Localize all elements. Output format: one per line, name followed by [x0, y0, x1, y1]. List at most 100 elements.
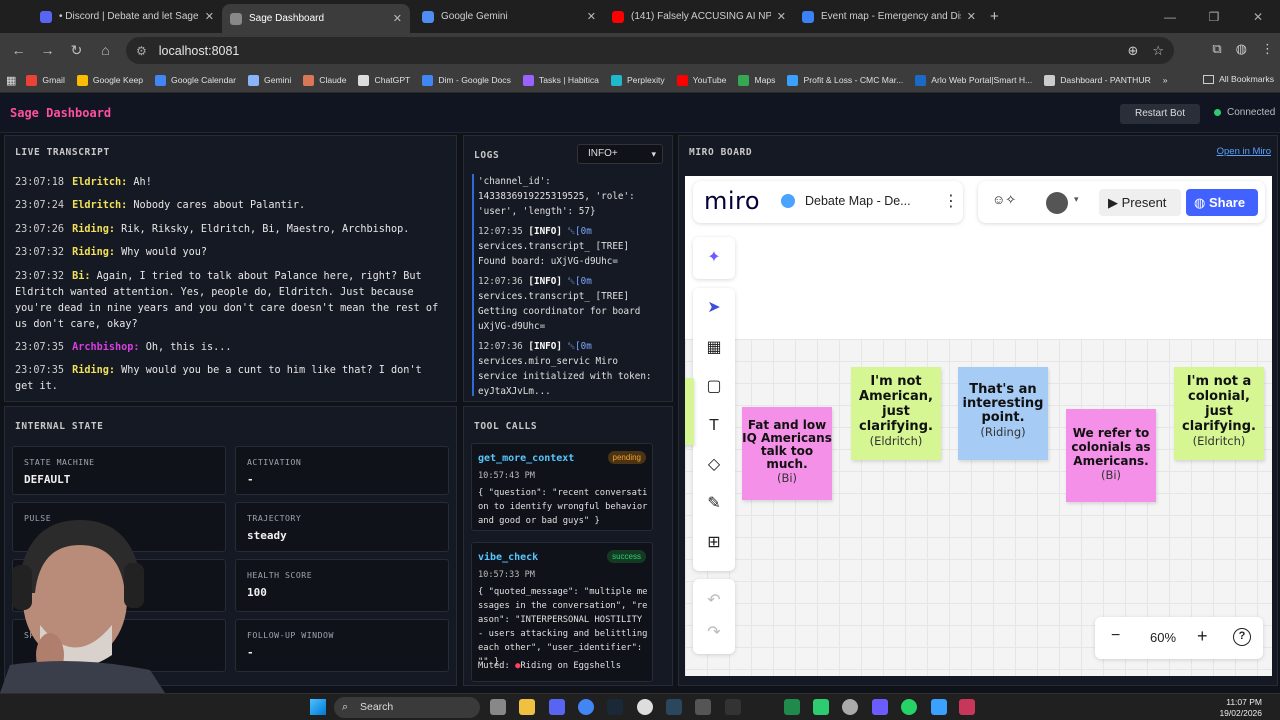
task-view-icon[interactable] [490, 699, 506, 715]
miro-embed[interactable]: miro Debate Map - De... ⋮ ☺✧ ▾ ▶ Present… [685, 176, 1272, 676]
app-icon[interactable] [637, 699, 653, 715]
all-bookmarks[interactable]: All Bookmarks [1203, 74, 1274, 84]
whatsapp-icon[interactable] [901, 699, 917, 715]
tab-youtube[interactable]: (141) Falsely ACCUSING AI NPCS in S✕ [604, 4, 794, 29]
new-tab-button[interactable]: + [990, 8, 999, 25]
extensions-icon[interactable]: ⧉ [1212, 41, 1221, 57]
bookmark-calendar[interactable]: Google Calendar [155, 74, 236, 86]
close-tab-icon[interactable]: ✕ [967, 10, 976, 23]
board-name[interactable]: Debate Map - De... [805, 194, 911, 208]
play-icon[interactable] [813, 699, 829, 715]
close-window-icon[interactable]: ✕ [1236, 10, 1280, 24]
sticky-note-partial[interactable] [685, 378, 694, 445]
terminal-icon[interactable] [725, 699, 741, 715]
sticky-note[interactable]: I'm not American, just clarifying. (Eldri… [851, 367, 941, 460]
chrome-icon[interactable] [578, 699, 594, 715]
log-level-select[interactable]: INFO+ ▾ [577, 144, 663, 164]
app-icon[interactable] [695, 699, 711, 715]
bookmarks-bar: ▦ Gmail Google Keep Google Calendar Gemi… [0, 68, 1280, 93]
reactions-icon[interactable]: ☺✧ [992, 192, 1016, 208]
frame-icon[interactable]: ▦ [704, 338, 724, 358]
tab-sage-dashboard[interactable]: Sage Dashboard ✕ [222, 4, 410, 33]
file-explorer-icon[interactable] [519, 699, 535, 715]
panel-title: TOOL CALLS [474, 421, 538, 432]
close-tab-icon[interactable]: ✕ [205, 10, 214, 23]
forward-icon[interactable]: → [33, 42, 62, 59]
app-icon[interactable] [959, 699, 975, 715]
share-button[interactable]: ◍ Share [1186, 189, 1258, 216]
chevron-down-icon[interactable]: ▾ [1074, 194, 1079, 205]
help-icon[interactable]: ? [1233, 628, 1251, 646]
youtube-icon [612, 10, 624, 23]
bookmark-panthur[interactable]: Dashboard - PANTHUR [1044, 74, 1151, 86]
app-icon[interactable] [784, 699, 800, 715]
add-icon[interactable]: ⊞ [704, 533, 724, 553]
back-icon[interactable]: ← [4, 42, 33, 59]
sparkle-icon[interactable]: ✦ [704, 248, 724, 268]
url-field[interactable]: ⚙ localhost:8081 ⊕ ☆ [126, 37, 1174, 64]
bookmark-claude[interactable]: Claude [303, 74, 346, 86]
apps-icon[interactable]: ▦ [6, 74, 16, 87]
app-icon[interactable] [872, 699, 888, 715]
pen-icon[interactable]: ✎ [704, 494, 724, 514]
site-info-icon[interactable]: ⚙ [136, 44, 147, 58]
restart-bot-button[interactable]: Restart Bot [1120, 104, 1200, 124]
reload-icon[interactable]: ↻ [62, 42, 91, 59]
sticky-note[interactable]: Fat and low IQ Americans talk too much.(… [742, 407, 832, 500]
sticky-note[interactable]: That's an interesting point. (Riding) [958, 367, 1048, 460]
sticky-note[interactable]: I'm not a colonial, just clarifying. (Eld… [1174, 367, 1264, 460]
zoom-in-button[interactable]: + [1197, 626, 1208, 647]
sticky-note-icon[interactable]: ▢ [704, 377, 724, 397]
sticky-note[interactable]: We refer to colonials as Americans. (Bi) [1066, 409, 1156, 502]
zoom-level[interactable]: 60% [1150, 630, 1176, 645]
tool-call-card[interactable]: vibe_check success 10:57:33 PM { "quoted… [471, 542, 653, 682]
close-tab-icon[interactable]: ✕ [393, 12, 402, 25]
more-bookmarks-icon[interactable]: » [1163, 75, 1168, 85]
zoom-out-button[interactable]: − [1111, 627, 1120, 645]
close-tab-icon[interactable]: ✕ [587, 10, 596, 23]
bookmark-habitica[interactable]: Tasks | Habitica [522, 74, 599, 86]
redo-icon[interactable]: ↷ [704, 623, 724, 643]
bookmark-cmc[interactable]: Profit & Loss - CMC Mar... [787, 74, 903, 86]
bookmark-gmail[interactable]: Gmail [26, 74, 65, 86]
app-icon[interactable] [842, 699, 858, 715]
bookmark-docs[interactable]: Dim - Google Docs [422, 74, 511, 86]
tab-discord[interactable]: • Discord | Debate and let Sage t ✕ [32, 4, 222, 29]
restore-icon[interactable]: ❐ [1192, 10, 1236, 24]
close-tab-icon[interactable]: ✕ [777, 10, 786, 23]
app-icon[interactable] [931, 699, 947, 715]
tab-gemini[interactable]: Google Gemini ✕ [414, 4, 604, 29]
system-clock[interactable]: 11:07 PM 19/02/2026 [1219, 697, 1262, 719]
windows-start-icon[interactable] [310, 699, 326, 715]
more-options-icon[interactable]: ⋮ [943, 191, 959, 211]
discord-icon[interactable] [549, 699, 565, 715]
minimize-icon[interactable]: — [1148, 10, 1192, 24]
tool-call-card[interactable]: get_more_context pending 10:57:43 PM { "… [471, 443, 653, 531]
bookmark-keep[interactable]: Google Keep [76, 74, 143, 86]
bookmark-gemini[interactable]: Gemini [248, 74, 291, 86]
avatar[interactable] [1046, 192, 1068, 214]
bookmark-maps[interactable]: Maps [738, 74, 775, 86]
home-icon[interactable]: ⌂ [91, 42, 120, 59]
bookmark-star-icon[interactable]: ☆ [1152, 43, 1164, 59]
app-icon[interactable] [666, 699, 682, 715]
select-cursor-icon[interactable]: ➤ [704, 298, 724, 318]
present-button[interactable]: ▶ Present [1099, 189, 1181, 216]
log-entry: 12:07:36 [INFO] ␛[0m services.miro_servi… [478, 341, 652, 396]
menu-icon[interactable]: ⋮ [1261, 41, 1274, 57]
open-in-miro-link[interactable]: Open in Miro [1217, 146, 1271, 157]
profile-icon[interactable]: ◍ [1236, 41, 1247, 57]
bookmark-arlo[interactable]: Arlo Web Portal|Smart H... [915, 74, 1032, 86]
text-icon[interactable]: T [704, 416, 724, 436]
bookmark-youtube[interactable]: YouTube [676, 74, 726, 86]
transcript-line: 23:07:32 Riding: Why would you? [15, 247, 208, 258]
steam-icon[interactable] [607, 699, 623, 715]
undo-icon[interactable]: ↶ [704, 591, 724, 611]
tab-event-map[interactable]: Event map - Emergency and Disaster✕ [794, 4, 984, 29]
claude-icon [303, 74, 315, 86]
bookmark-perplexity[interactable]: Perplexity [610, 74, 665, 86]
bookmark-chatgpt[interactable]: ChatGPT [358, 74, 410, 86]
shapes-icon[interactable]: ◇ [704, 455, 724, 475]
taskbar-search[interactable]: ⌕ Search [334, 697, 480, 718]
zoom-icon[interactable]: ⊕ [1127, 43, 1138, 59]
